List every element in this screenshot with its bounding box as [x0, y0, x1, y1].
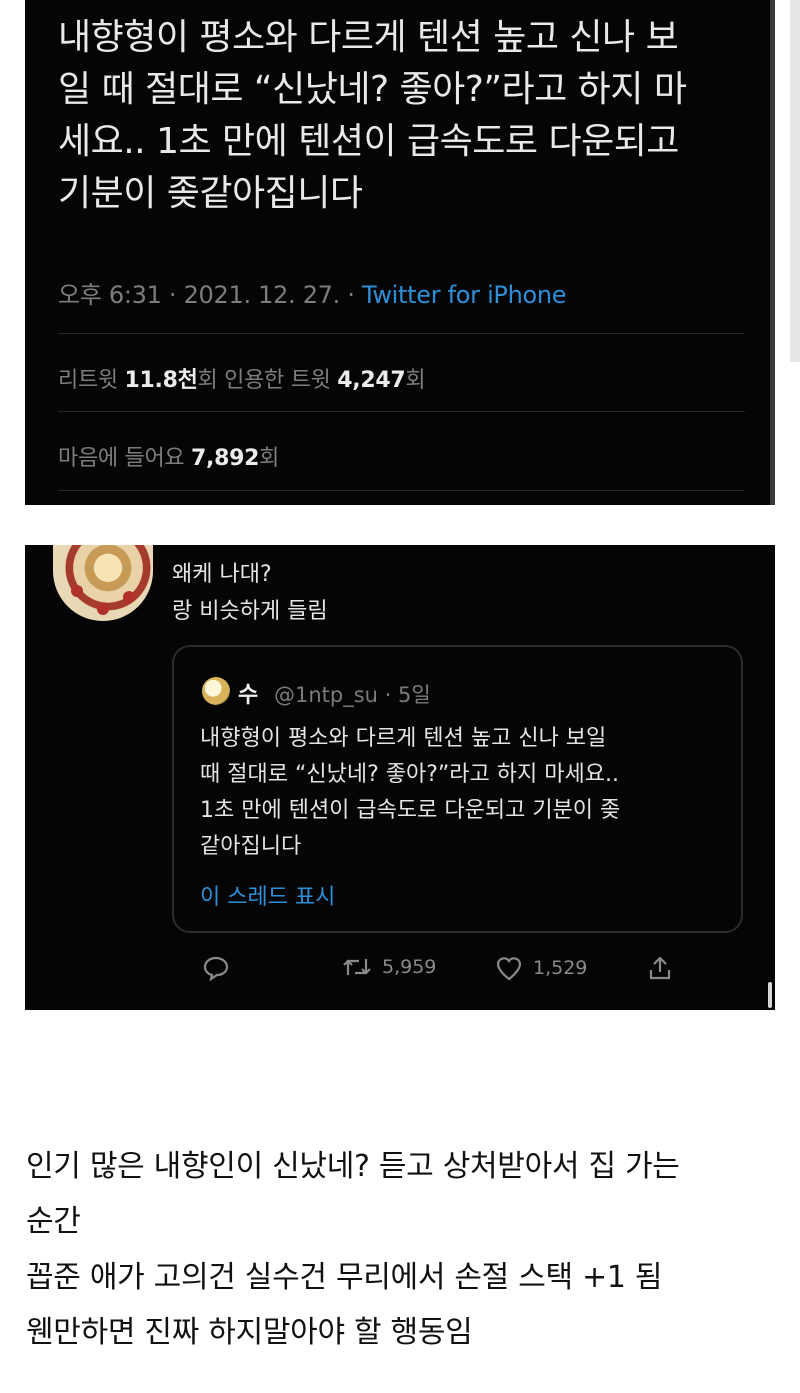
- quoted-tweet-card[interactable]: 수 @1ntp_su · 5일 내향형이 평소와 다르게 텐션 높고 신나 보일…: [172, 645, 743, 933]
- quoted-author-name: 수: [238, 683, 259, 708]
- reply-button[interactable]: [202, 955, 230, 981]
- tweet-actions: 5,959 1,529: [172, 953, 772, 985]
- page-scroll-track: [790, 0, 800, 362]
- comment-icon: [203, 956, 229, 981]
- avatar-decoration: [97, 603, 109, 615]
- retweet-icon: [343, 959, 371, 975]
- caption-line: 인기 많은 내향인이 신났네? 듣고 상처받아서 집 가는: [26, 1149, 680, 1184]
- heart-icon: [496, 957, 522, 981]
- screenshot-edge: [770, 0, 775, 505]
- avatar-decoration: [71, 585, 83, 597]
- quoted-tweet-text: 내향형이 평소와 다르게 텐션 높고 신나 보일 때 절대로 “신났네? 좋아?…: [200, 726, 621, 859]
- retweet-button[interactable]: 5,959: [342, 955, 436, 979]
- quote-label: 회 인용한 트윗: [197, 368, 338, 393]
- tweet-detail-screenshot: 내향형이 평소와 다르게 텐션 높고 신나 보 일 때 절대로 “신났네? 좋아…: [25, 0, 775, 505]
- tweet-source-link[interactable]: Twitter for iPhone: [362, 281, 567, 309]
- reply-tweet-screenshot: 왜케 나대? 랑 비슷하게 들림 수 @1ntp_su · 5일 내향형이 평소…: [25, 545, 775, 1010]
- tweet-text: 내향형이 평소와 다르게 텐션 높고 신나 보 일 때 절대로 “신났네? 좋아…: [58, 17, 687, 214]
- share-icon: [649, 956, 671, 980]
- quoted-author-handle: @1ntp_su · 5일: [274, 683, 431, 707]
- caption-line: 꼽준 애가 고의건 실수건 무리에서 손절 스택 +1 됨: [26, 1260, 663, 1295]
- scrollbar[interactable]: [768, 982, 772, 1008]
- show-thread-link[interactable]: 이 스레드 표시: [200, 879, 335, 911]
- quote-suffix: 회: [405, 368, 426, 393]
- avatar-decoration: [123, 591, 135, 603]
- retweet-count: 5,959: [382, 956, 437, 978]
- divider: [58, 490, 745, 491]
- quoted-avatar: [202, 677, 230, 705]
- tweet-timestamp-row: 오후 6:31 · 2021. 12. 27. · Twitter for iP…: [58, 275, 567, 310]
- divider: [58, 411, 745, 412]
- caption-line: 순간: [26, 1204, 81, 1239]
- divider: [58, 333, 745, 334]
- likes-stats[interactable]: 마음에 들어요 7,892회: [58, 440, 279, 472]
- quote-count: 4,247: [337, 368, 406, 393]
- reply-text-line: 랑 비슷하게 들림: [172, 599, 328, 624]
- retweet-stats[interactable]: 리트윗 11.8천회 인용한 트윗 4,247회: [58, 362, 426, 394]
- like-button[interactable]: 1,529: [495, 955, 587, 981]
- likes-count: 7,892: [191, 446, 260, 471]
- retweet-label: 리트윗: [58, 368, 125, 393]
- likes-suffix: 회: [259, 446, 280, 471]
- tweet-timestamp: 오후 6:31 · 2021. 12. 27. ·: [58, 281, 362, 309]
- caption-line: 웬만하면 진짜 하지말아야 할 행동임: [26, 1315, 473, 1350]
- avatar[interactable]: [53, 545, 153, 621]
- like-count: 1,529: [533, 957, 588, 979]
- likes-label: 마음에 들어요: [58, 446, 192, 471]
- share-button[interactable]: [647, 955, 673, 981]
- retweet-count: 11.8천: [124, 368, 198, 393]
- reply-text-line: 왜케 나대?: [172, 562, 272, 587]
